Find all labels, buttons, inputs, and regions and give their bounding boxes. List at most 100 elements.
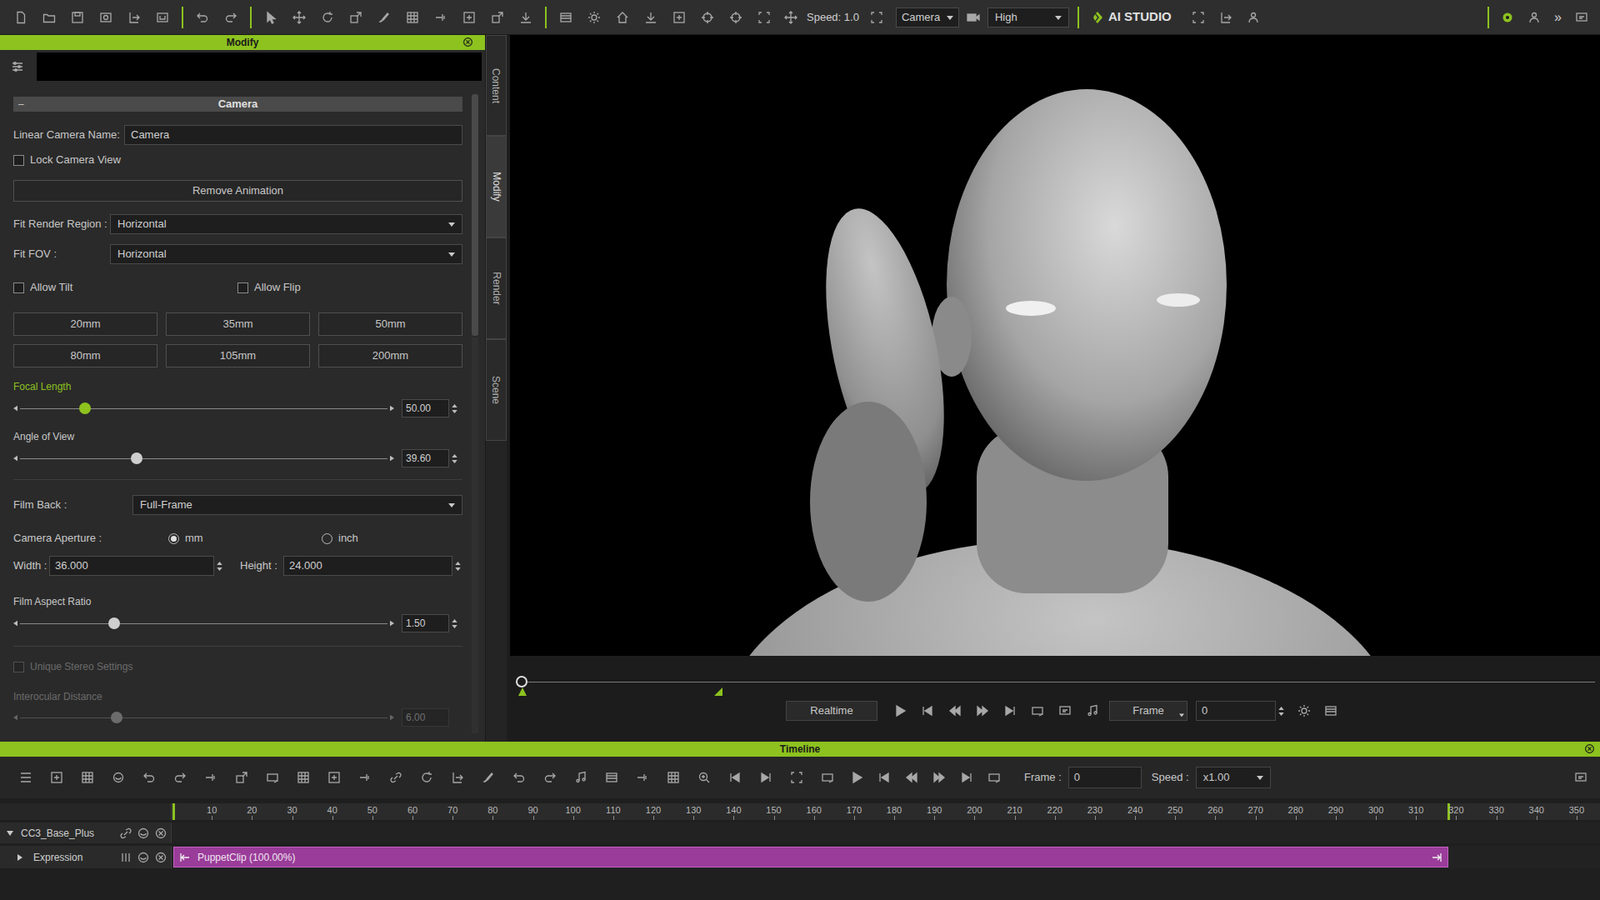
redo-icon[interactable] bbox=[534, 765, 565, 790]
bars-icon[interactable] bbox=[116, 849, 135, 866]
aperture-radio[interactable]: mm bbox=[168, 530, 322, 547]
track-row[interactable]: Expression PuppetClip (100.00%) bbox=[0, 845, 1600, 869]
link-icon[interactable] bbox=[116, 825, 135, 842]
export-icon[interactable] bbox=[120, 5, 149, 30]
panel-icon[interactable] bbox=[595, 765, 627, 790]
scrubber[interactable] bbox=[521, 675, 1595, 696]
scale-icon[interactable] bbox=[341, 5, 370, 30]
brush-icon[interactable] bbox=[472, 765, 504, 790]
plus-icon[interactable] bbox=[665, 5, 694, 30]
side-tab[interactable]: Content bbox=[485, 35, 507, 136]
green-icon[interactable] bbox=[1494, 5, 1521, 30]
list-icon[interactable] bbox=[10, 765, 41, 790]
prev-icon[interactable] bbox=[719, 765, 750, 790]
timeline-frame-field[interactable]: 0 bbox=[1068, 766, 1142, 789]
loop-icon[interactable] bbox=[256, 765, 288, 790]
next-icon[interactable] bbox=[952, 765, 980, 790]
home-icon[interactable] bbox=[608, 5, 637, 30]
brush-icon[interactable] bbox=[370, 5, 399, 30]
folder-icon[interactable] bbox=[35, 5, 64, 30]
render-icon[interactable] bbox=[91, 5, 120, 30]
download-icon[interactable] bbox=[636, 5, 665, 30]
camera-name-field[interactable]: Camera bbox=[124, 125, 463, 145]
plus-icon[interactable] bbox=[40, 765, 72, 790]
lens-preset-button[interactable]: 35mm bbox=[165, 312, 310, 336]
puppet-clip[interactable]: PuppetClip (100.00%) bbox=[173, 846, 1449, 868]
fullscreen-icon[interactable] bbox=[862, 5, 891, 30]
scale-icon[interactable] bbox=[483, 5, 512, 30]
move-icon[interactable] bbox=[285, 5, 314, 30]
film-back-select[interactable]: Full-Frame bbox=[132, 495, 463, 515]
key-icon[interactable] bbox=[626, 765, 658, 790]
allow-tilt-checkbox[interactable]: Allow Tilt bbox=[13, 279, 238, 296]
eye-icon[interactable] bbox=[134, 825, 152, 842]
prev-icon[interactable] bbox=[913, 700, 941, 722]
sun-icon[interactable] bbox=[580, 5, 609, 30]
next-icon[interactable] bbox=[995, 700, 1024, 722]
xcircle-icon[interactable] bbox=[151, 849, 170, 866]
panel-icon[interactable] bbox=[551, 5, 580, 30]
plus-icon[interactable] bbox=[318, 765, 350, 790]
fullscreen-icon[interactable] bbox=[1185, 5, 1213, 30]
grid-icon[interactable] bbox=[398, 5, 427, 30]
clip-start-handle-icon[interactable] bbox=[179, 852, 191, 863]
rew-icon[interactable] bbox=[897, 765, 925, 790]
realtime-button[interactable]: Realtime bbox=[785, 700, 878, 721]
lens-preset-button[interactable]: 105mm bbox=[165, 344, 310, 368]
eye-icon[interactable] bbox=[134, 849, 152, 866]
play-icon[interactable] bbox=[885, 700, 914, 722]
fit-render-region-select[interactable]: Horizontal bbox=[110, 214, 463, 235]
rotate-icon[interactable] bbox=[313, 5, 342, 30]
close-icon[interactable] bbox=[1584, 743, 1595, 755]
rew-icon[interactable] bbox=[940, 700, 969, 722]
fit-fov-select[interactable]: Horizontal bbox=[110, 244, 463, 265]
undo-icon[interactable] bbox=[133, 765, 165, 790]
xcircle-icon[interactable] bbox=[151, 825, 170, 842]
ff-icon[interactable] bbox=[925, 765, 953, 790]
cursor-icon[interactable] bbox=[256, 5, 285, 30]
usd-icon[interactable] bbox=[148, 5, 177, 30]
panel-icon[interactable] bbox=[1317, 700, 1345, 722]
fullscreen-icon[interactable] bbox=[780, 765, 812, 790]
caption-icon[interactable] bbox=[1568, 765, 1594, 790]
caption-icon[interactable] bbox=[1050, 700, 1079, 722]
remove-animation-button[interactable]: Remove Animation bbox=[13, 180, 463, 202]
lens-preset-button[interactable]: 80mm bbox=[13, 344, 158, 368]
timeline-speed-select[interactable]: x1.00 bbox=[1195, 766, 1271, 789]
export-icon[interactable] bbox=[441, 765, 473, 790]
sun-icon[interactable] bbox=[1290, 700, 1318, 722]
lens-preset-button[interactable]: 200mm bbox=[318, 344, 463, 368]
doc-icon[interactable] bbox=[6, 5, 35, 30]
key-icon[interactable] bbox=[349, 765, 380, 790]
lens-preset-button[interactable]: 20mm bbox=[13, 312, 158, 336]
allow-flip-checkbox[interactable]: Allow Flip bbox=[237, 279, 301, 296]
lens-preset-button[interactable]: 50mm bbox=[318, 312, 463, 336]
close-icon[interactable] bbox=[462, 36, 474, 48]
side-tab[interactable]: Modify bbox=[485, 135, 507, 238]
target-icon[interactable] bbox=[721, 5, 750, 30]
undo-icon[interactable] bbox=[188, 5, 217, 30]
grid-icon[interactable] bbox=[657, 765, 689, 790]
loop-icon[interactable] bbox=[1023, 700, 1051, 722]
film-aspect-ratio-field[interactable]: 1.50 bbox=[401, 614, 450, 633]
camera-icon[interactable] bbox=[959, 5, 988, 30]
person-icon[interactable] bbox=[1240, 5, 1268, 30]
film-aspect-ratio-slider[interactable] bbox=[13, 617, 395, 630]
side-tab[interactable]: Scene bbox=[485, 339, 507, 441]
note-icon[interactable] bbox=[565, 765, 596, 790]
height-field[interactable]: 24.000 bbox=[283, 555, 453, 576]
range-start-icon[interactable] bbox=[518, 687, 527, 696]
width-field[interactable]: 36.000 bbox=[49, 555, 215, 576]
next-icon[interactable] bbox=[750, 765, 781, 790]
grid-icon[interactable] bbox=[71, 765, 103, 790]
undo-icon[interactable] bbox=[503, 765, 535, 790]
frame-unit-select[interactable]: Frame bbox=[1109, 700, 1188, 721]
scrollbar[interactable] bbox=[471, 82, 480, 742]
frame-field[interactable]: 0 bbox=[1195, 700, 1276, 721]
angle-of-view-slider[interactable] bbox=[13, 452, 395, 465]
side-tab[interactable]: Render bbox=[485, 237, 507, 340]
link-icon[interactable] bbox=[380, 765, 411, 790]
expand-triangle-icon[interactable] bbox=[16, 854, 24, 861]
loop-icon[interactable] bbox=[980, 765, 1008, 790]
clip-end-handle-icon[interactable] bbox=[1430, 852, 1443, 863]
